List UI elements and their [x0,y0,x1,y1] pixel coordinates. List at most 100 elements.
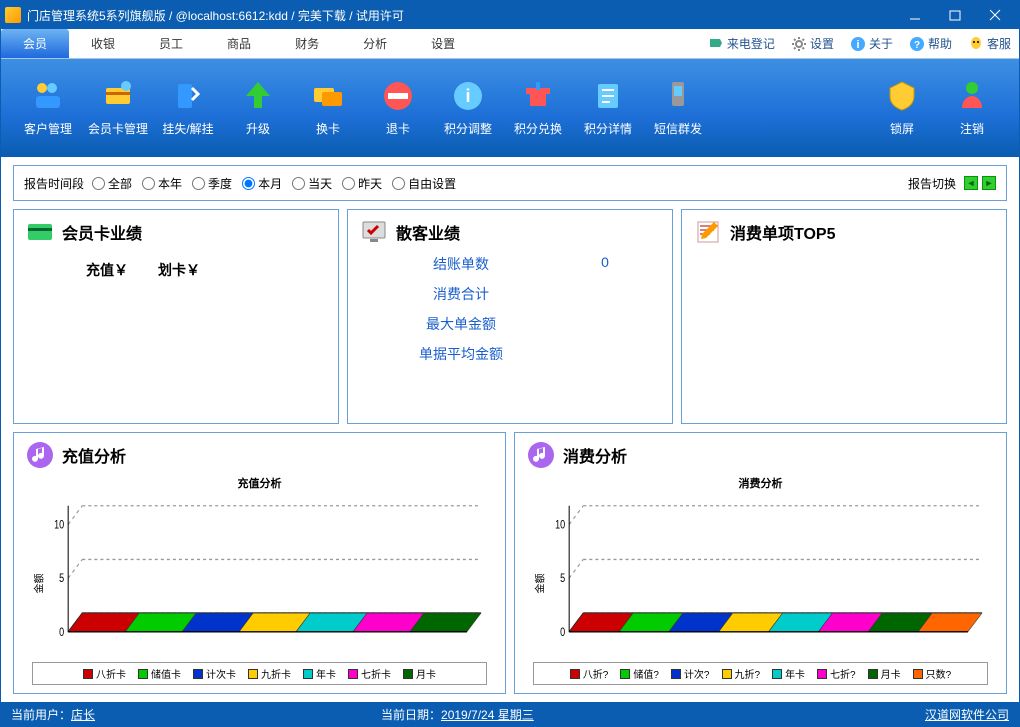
report-prev-button[interactable]: ◄ [964,176,978,190]
consume-chart: 0 5 10 [545,495,988,656]
legend-item: 只数? [913,666,952,681]
menu-call-register[interactable]: 来电登记 [700,29,783,58]
toolbar-icon: i [450,78,486,114]
toolbar-icon [380,78,416,114]
status-bar: 当前用户：店长 当前日期：2019/7/24 星期三 汉道网软件公司 [1,702,1019,726]
legend-item: 储值? [620,666,659,681]
toolbar-6[interactable]: i积分调整 [433,78,503,137]
close-button[interactable] [975,1,1015,29]
filter-option[interactable]: 昨天 [342,175,382,192]
toolbar: 客户管理会员卡管理挂失/解挂升级换卡退卡i积分调整积分兑换积分详情短信群发 锁屏… [1,59,1019,157]
svg-text:5: 5 [560,572,565,586]
svg-text:10: 10 [54,518,64,532]
svg-text:?: ? [914,40,920,51]
maximize-button[interactable] [935,1,975,29]
menu-tab-5[interactable]: 分析 [341,29,409,58]
guest-row: 最大单金额 [366,314,654,334]
title-bar: 门店管理系统5系列旗舰版 / @localhost:6612:kdd / 完美下… [1,1,1019,29]
toolbar-5[interactable]: 退卡 [363,78,433,137]
svg-text:0: 0 [59,626,64,640]
toolbar-7[interactable]: 积分兑换 [503,78,573,137]
menu-tab-6[interactable]: 设置 [409,29,477,58]
panel-guest-performance: 散客业绩 结账单数0消费合计最大单金额单据平均金额 [347,209,673,424]
note-icon [694,218,722,246]
menu-help[interactable]: ?帮助 [901,29,960,58]
menu-bar: 会员收银员工商品财务分析设置 来电登记 设置 i关于 ?帮助 客服 [1,29,1019,59]
toolbar-icon [30,78,66,114]
filter-bar: 报告时间段 全部本年季度本月当天昨天自由设置 报告切换 ◄ ► [13,165,1007,201]
status-company-link[interactable]: 汉道网软件公司 [925,708,1009,722]
music-note-icon [26,441,54,469]
chart-title: 消费分析 [527,475,994,491]
filter-label: 报告时间段 [24,175,84,192]
panel-consume-analysis: 消费分析 消费分析 金额 0510 八折?储值?计次?九折?年卡七折?月卡只数? [514,432,1007,694]
toolbar-icon [520,78,556,114]
toolbar-icon [100,78,136,114]
menu-tab-1[interactable]: 收银 [69,29,137,58]
app-icon [5,7,21,23]
status-user-link[interactable]: 店长 [71,708,95,722]
chart-title: 充值分析 [26,475,493,491]
menu-service[interactable]: 客服 [960,29,1019,58]
toolbar-icon [170,78,206,114]
menu-tab-4[interactable]: 财务 [273,29,341,58]
report-next-button[interactable]: ► [982,176,996,190]
toolbar-1[interactable]: 会员卡管理 [83,78,153,137]
toolbar-icon [590,78,626,114]
guest-row: 单据平均金额 [366,344,654,364]
legend-item: 计次卡 [193,666,236,681]
recharge-amount-label: 充值￥ [86,260,128,280]
svg-text:10: 10 [555,518,565,532]
toolbar-8[interactable]: 积分详情 [573,78,643,137]
toolbar-3[interactable]: 升级 [223,78,293,137]
filter-option[interactable]: 全部 [92,175,132,192]
recharge-legend: 八折卡储值卡计次卡九折卡年卡七折卡月卡 [32,662,487,685]
toolbar-icon [310,78,346,114]
report-switch-label: 报告切换 [908,175,956,192]
guest-row: 结账单数0 [366,254,654,274]
svg-text:i: i [465,86,470,106]
card-icon [26,218,54,246]
recharge-chart: 0 5 10 [44,495,487,656]
filter-option[interactable]: 本年 [142,175,182,192]
legend-item: 七折卡 [348,666,391,681]
toolbar-icon [954,78,990,114]
minimize-button[interactable] [895,1,935,29]
menu-about[interactable]: i关于 [842,29,901,58]
window-title: 门店管理系统5系列旗舰版 / @localhost:6612:kdd / 完美下… [27,7,895,24]
menu-settings[interactable]: 设置 [783,29,842,58]
legend-item: 年卡 [772,666,805,681]
status-date-link[interactable]: 2019/7/24 星期三 [441,708,534,722]
legend-item: 计次? [671,666,710,681]
legend-item: 年卡 [303,666,336,681]
menu-tab-3[interactable]: 商品 [205,29,273,58]
legend-item: 七折? [817,666,856,681]
legend-item: 八折? [570,666,609,681]
toolbar-4[interactable]: 换卡 [293,78,363,137]
filter-option[interactable]: 季度 [192,175,232,192]
legend-item: 八折卡 [83,666,126,681]
filter-option[interactable]: 当天 [292,175,332,192]
toolbar-right-0[interactable]: 锁屏 [867,78,937,137]
filter-option[interactable]: 本月 [242,175,282,192]
menu-tab-2[interactable]: 员工 [137,29,205,58]
legend-item: 月卡 [403,666,436,681]
legend-item: 储值卡 [138,666,181,681]
swipe-amount-label: 划卡￥ [158,260,200,280]
panel-recharge-analysis: 充值分析 充值分析 金额 0510 八折卡储值卡计次卡九折卡年卡七折卡月卡 [13,432,506,694]
toolbar-right-1[interactable]: 注销 [937,78,1007,137]
legend-item: 月卡 [868,666,901,681]
toolbar-icon [660,78,696,114]
dashboard-panels: 会员卡业绩 充值￥ 划卡￥ 散客业绩 结账单数0消费合计最大单金额单据平均金额 … [1,201,1019,702]
toolbar-9[interactable]: 短信群发 [643,78,713,137]
toolbar-0[interactable]: 客户管理 [13,78,83,137]
toolbar-icon [240,78,276,114]
toolbar-2[interactable]: 挂失/解挂 [153,78,223,137]
music-note-icon [527,441,555,469]
filter-option[interactable]: 自由设置 [392,175,456,192]
menu-tab-0[interactable]: 会员 [1,29,69,58]
panel-consume-top5: 消费单项TOP5 [681,209,1007,424]
svg-text:0: 0 [560,626,565,640]
svg-text:5: 5 [59,572,64,586]
panel-card-performance: 会员卡业绩 充值￥ 划卡￥ [13,209,339,424]
